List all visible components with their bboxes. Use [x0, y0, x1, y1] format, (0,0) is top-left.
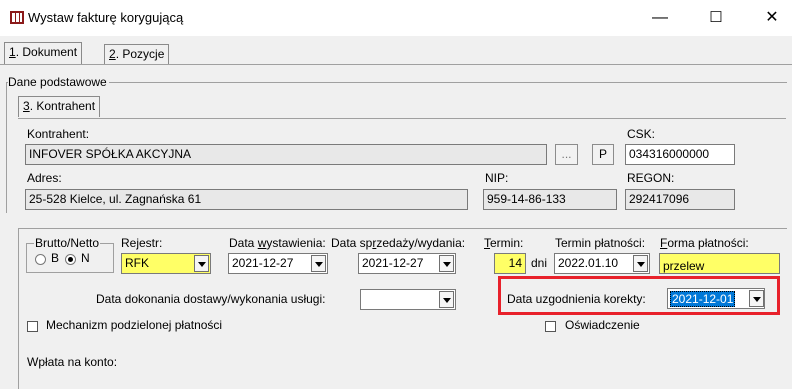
rejestr-dropdown-icon[interactable] — [194, 255, 209, 272]
radio-brutto-label: B — [51, 251, 60, 265]
maximize-icon[interactable]: ☐ — [704, 6, 728, 30]
radio-netto[interactable] — [65, 254, 76, 265]
window-title: Wystaw fakturę korygującą — [28, 10, 184, 25]
data-wystawienia-dropdown-icon[interactable] — [311, 255, 326, 272]
data-dokonania-dropdown-icon[interactable] — [439, 291, 454, 308]
termin-field[interactable]: 14 — [494, 253, 526, 274]
data-sprzedazy-dropdown-icon[interactable] — [439, 255, 454, 272]
nip-label: NIP: — [485, 171, 509, 185]
regon-label: REGON: — [627, 171, 675, 185]
mechanizm-checkbox[interactable] — [27, 321, 38, 332]
data-sprzedazy-label-b: zedaży/wydania: — [376, 236, 466, 250]
data-wystawienia-label-a: Data — [229, 236, 258, 250]
data-uzgodnienia-value: 2021-12-01 — [670, 291, 736, 307]
csk-label: CSK: — [627, 127, 656, 141]
mechanizm-label: Mechanizm podzielonej płatności — [46, 318, 223, 332]
dni-label: dni — [531, 256, 548, 270]
tab-pozycje[interactable]: 2. Pozycje — [104, 44, 170, 64]
data-uzgodnienia-dropdown-icon[interactable] — [749, 290, 764, 307]
regon-field[interactable]: 292417096 — [625, 189, 735, 210]
kontrahent-browse-button[interactable]: ... — [555, 144, 578, 165]
csk-field[interactable]: 034316000000 — [625, 144, 735, 165]
data-uzgodnienia-label: Data uzgodnienia korekty: — [507, 292, 646, 306]
data-wystawienia-label-b: ystawienia: — [266, 236, 326, 250]
data-sprzedazy-label-a: Data sp — [331, 236, 373, 250]
data-dokonania-label: Data dokonania dostawy/wykonania usługi: — [96, 292, 326, 306]
forma-platnosci-label: Forma płatności: — [660, 236, 749, 250]
oswiadczenie-label: Oświadczenie — [565, 318, 640, 332]
tab-pozycje-hotkey: 2 — [109, 47, 116, 61]
tab-dokument-hotkey: 1 — [9, 45, 16, 59]
oswiadczenie-checkbox[interactable] — [545, 321, 556, 332]
forma-platnosci-label-b: orma płatności: — [667, 236, 749, 250]
kontrahent-label: Kontrahent: — [27, 127, 90, 141]
termin-platnosci-label: Termin płatności: — [555, 236, 646, 250]
title-bar: Wystaw fakturę korygującą — ☐ ✕ — [0, 0, 792, 36]
data-sprzedazy-label: Data sprzedaży/wydania: — [331, 236, 465, 250]
tab-dokument-label: . Dokument — [15, 45, 78, 59]
tab-kontrahent[interactable]: 3. Kontrahent — [18, 96, 101, 117]
kontrahent-field[interactable]: INFOVER SPÓŁKA AKCYJNA — [25, 144, 547, 165]
dane-podstawowe-label: Dane podstawowe — [8, 75, 109, 89]
termin-platnosci-dropdown-icon[interactable] — [633, 255, 648, 272]
tab-divider — [0, 64, 792, 65]
termin-label: Termin: — [484, 236, 523, 250]
brutto-netto-label: Brutto/Netto — [34, 236, 101, 250]
radio-netto-label: N — [81, 251, 90, 265]
termin-label-b: ermin: — [490, 236, 524, 250]
close-icon[interactable]: ✕ — [760, 6, 784, 30]
wplata-label: Wpłata na konto: — [27, 355, 118, 369]
radio-brutto[interactable] — [35, 254, 46, 265]
nip-field[interactable]: 959-14-86-133 — [483, 189, 617, 210]
app-icon — [10, 11, 24, 24]
tab-kontrahent-label: . Kontrahent — [29, 99, 96, 113]
minimize-icon[interactable]: — — [648, 6, 672, 30]
forma-platnosci-select[interactable]: przelew — [659, 253, 780, 274]
adres-field[interactable]: 25-528 Kielce, ul. Zagnańska 61 — [25, 189, 468, 210]
rejestr-label: Rejestr: — [121, 236, 163, 250]
kontrahent-divider — [18, 118, 786, 119]
tab-kontrahent-hotkey: 3 — [23, 99, 30, 113]
tab-pozycje-label: . Pozycje — [115, 47, 165, 61]
data-wystawienia-label: Data wystawienia: — [229, 236, 326, 250]
adres-label: Adres: — [27, 171, 62, 185]
kontrahent-p-button[interactable]: P — [592, 144, 614, 165]
tab-dokument[interactable]: 1. Dokument — [4, 42, 83, 65]
